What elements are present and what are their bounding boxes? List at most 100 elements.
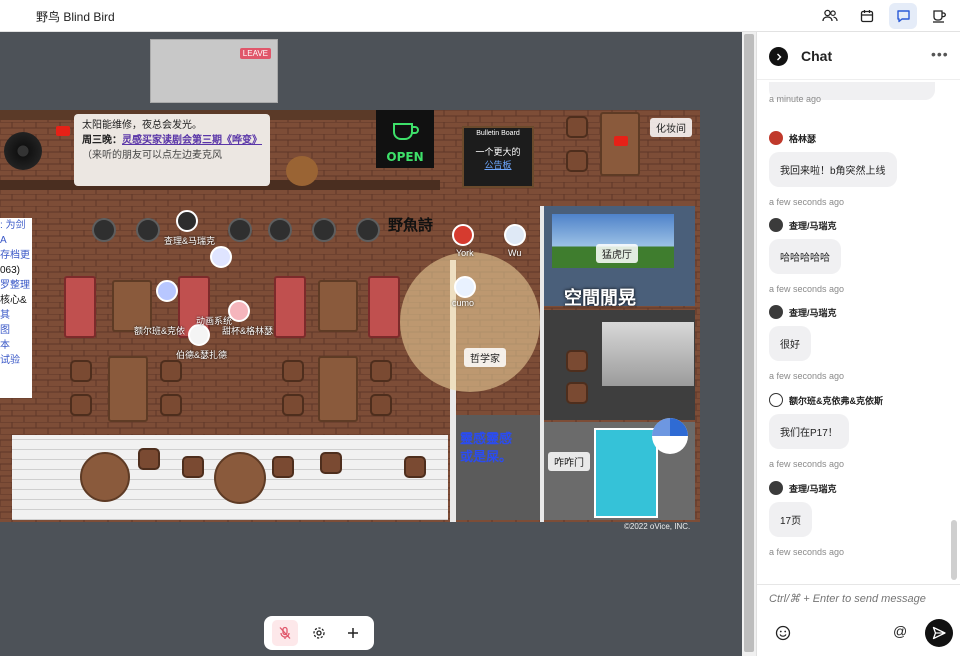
notice-board[interactable]: 太阳能维修，夜总会发光。 周三晚：灵感买家读剧会第三期《哗变》 （来听的朋友可以… <box>74 114 270 186</box>
photo-picture <box>602 322 694 386</box>
coffee-cup-icon <box>393 123 419 140</box>
chat-title: Chat <box>801 48 833 64</box>
couch <box>368 276 400 338</box>
avatar[interactable] <box>176 210 198 232</box>
left-list-item[interactable]: 本 <box>0 338 32 353</box>
youtube-icon[interactable] <box>56 126 70 136</box>
copyright: ©2022 oVice, INC. <box>624 522 691 531</box>
avatar-name: 额尔班&克依 <box>134 326 186 336</box>
message-bubble: 我们在P17！ <box>769 414 849 449</box>
bottom-controls <box>264 616 374 650</box>
chat-header: Chat ••• <box>757 32 960 80</box>
chat-message-list[interactable]: a minute ago 格林瑟 我回来啦！b角突然上线 a few secon… <box>757 82 951 582</box>
mic-toggle-button[interactable] <box>272 620 298 646</box>
room-label-zhazha[interactable]: 咋咋门 <box>548 452 590 471</box>
chair <box>70 394 92 416</box>
calendar-button[interactable] <box>853 3 881 29</box>
avatar[interactable] <box>210 246 232 268</box>
message-time: a few seconds ago <box>769 547 845 557</box>
coffee-button[interactable] <box>925 3 953 29</box>
people-icon <box>822 9 838 22</box>
chair <box>282 394 304 416</box>
avatar <box>769 481 783 495</box>
avatar[interactable] <box>454 276 476 298</box>
map-scrollbar[interactable] <box>742 32 756 656</box>
chat-panel: Chat ••• a minute ago 格林瑟 我回来啦！b角突然上线 a … <box>756 32 960 656</box>
video-tile: LEAVE <box>150 39 278 103</box>
leave-button[interactable]: LEAVE <box>239 48 271 59</box>
bear-decoration <box>286 156 318 186</box>
more-options-icon[interactable]: ••• <box>931 46 949 62</box>
table <box>318 280 358 332</box>
virtual-space-map[interactable]: LEAVE OPEN Bulletin Board 一个更大的 公告板 野魚詩 … <box>0 32 742 656</box>
sender-name: 格林瑟 <box>789 133 817 144</box>
bulletin-link[interactable]: 公告板 <box>464 158 532 171</box>
chair <box>566 150 588 172</box>
message-bubble: 我回来啦！b角突然上线 <box>769 152 897 187</box>
avatar-name: 查理&马瑞克 <box>164 236 216 246</box>
fish-logo: 野魚詩 <box>388 217 434 234</box>
avatar[interactable] <box>188 324 210 346</box>
notice-link[interactable]: 灵感买家读剧会第三期《哗变》 <box>122 135 262 146</box>
left-list-item[interactable]: 试验 <box>0 353 32 368</box>
message-time: a few seconds ago <box>769 284 845 294</box>
left-list-item[interactable]: : 为剑 <box>0 218 32 233</box>
avatar-name: 甜杯&格林瑟 <box>222 326 274 336</box>
send-button[interactable] <box>925 619 953 647</box>
collapse-chat-button[interactable] <box>769 47 788 66</box>
avatar-name: cumo <box>452 298 475 308</box>
youtube-icon[interactable] <box>614 136 628 146</box>
chair <box>160 360 182 382</box>
pool <box>594 428 658 518</box>
message-sender: 额尔班&克依弗&克依斯 <box>769 392 949 408</box>
left-list-item[interactable]: 图 <box>0 323 32 338</box>
couch <box>274 276 306 338</box>
chair <box>370 394 392 416</box>
left-list-item[interactable]: 存档更 <box>0 248 32 263</box>
bulletin-board[interactable]: Bulletin Board 一个更大的 公告板 <box>462 126 534 188</box>
table <box>318 356 358 422</box>
message-sender: 查理/马瑞克 <box>769 304 949 320</box>
left-list-item[interactable]: A <box>0 233 32 248</box>
avatar[interactable] <box>504 224 526 246</box>
message-bubble: 很好 <box>769 326 811 361</box>
vinyl-record-icon[interactable] <box>4 132 42 170</box>
participants-button[interactable] <box>816 3 844 29</box>
add-button[interactable] <box>340 620 366 646</box>
mention-icon[interactable]: @ <box>893 623 907 639</box>
chat-icon <box>896 10 910 23</box>
room-label-philosopher[interactable]: 哲学家 <box>464 348 506 367</box>
left-list-item[interactable]: 罗整理 <box>0 278 32 293</box>
chair <box>566 350 588 372</box>
avatar <box>769 305 783 319</box>
bar-stool <box>356 218 380 242</box>
emoji-icon[interactable] <box>775 625 791 641</box>
avatar-name: Wu <box>508 248 522 258</box>
round-table <box>80 452 130 502</box>
map-scrollbar-thumb[interactable] <box>744 34 754 652</box>
bar-stool <box>92 218 116 242</box>
table <box>108 356 148 422</box>
chat-button[interactable] <box>889 3 917 29</box>
avatar[interactable] <box>452 224 474 246</box>
message-bubble: 哈哈哈哈哈 <box>769 239 841 274</box>
avatar[interactable] <box>156 280 178 302</box>
room-label-makeup[interactable]: 化妆间 <box>650 118 692 137</box>
left-list-item[interactable]: 其 <box>0 308 32 323</box>
avatar-name: 伯德&瑟扎德 <box>176 350 228 360</box>
settings-button[interactable] <box>306 620 332 646</box>
avatar <box>769 393 783 407</box>
chair <box>404 456 426 478</box>
avatar[interactable] <box>228 300 250 322</box>
room-label-tiger[interactable]: 猛虎厅 <box>596 244 638 263</box>
message-time: a minute ago <box>769 94 822 104</box>
mic-muted-icon <box>279 626 291 639</box>
top-bar: 野鸟 Blind Bird <box>0 0 960 32</box>
chair <box>282 360 304 382</box>
notice-line-3: （来听的朋友可以点左边麦克风 <box>82 150 222 161</box>
chat-message: 格林瑟 我回来啦！b角突然上线 a few seconds ago <box>769 130 949 207</box>
chat-message-input[interactable] <box>769 593 949 605</box>
avatar-name: York <box>456 248 474 258</box>
chat-scrollbar-thumb[interactable] <box>951 520 957 580</box>
sender-name: 额尔班&克依弗&克依斯 <box>789 395 883 406</box>
